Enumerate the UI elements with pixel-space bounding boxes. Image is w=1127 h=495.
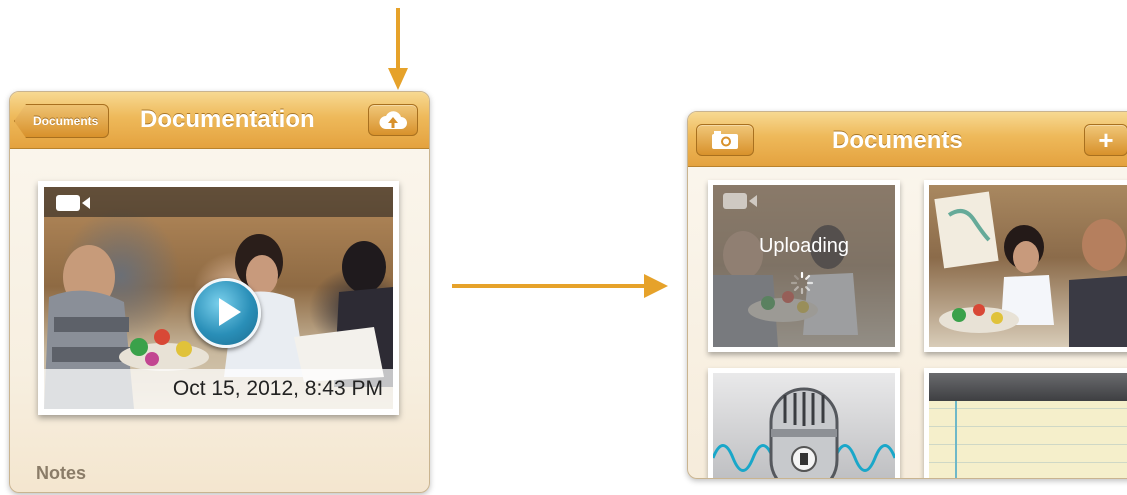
video-thumbnail[interactable]: Oct 15, 2012, 8:43 PM [38, 181, 399, 415]
video-header-bar [44, 187, 393, 217]
nav-bar: Documents Documentation [10, 92, 429, 149]
notepad-binding [929, 373, 1127, 401]
documents-screen: Documents + Uploading [687, 111, 1127, 479]
document-item-video[interactable]: Uploading [708, 180, 900, 352]
plus-icon: + [1098, 124, 1114, 155]
video-preview: Uploading [713, 185, 895, 347]
add-button[interactable]: + [1084, 124, 1127, 156]
loading-spinner-icon [790, 271, 814, 295]
document-item-photo[interactable] [924, 180, 1127, 352]
camera-icon [712, 131, 738, 149]
document-item-note[interactable] [924, 368, 1127, 478]
note-preview [929, 373, 1127, 478]
nav-bar: Documents + [688, 112, 1127, 167]
photo-preview [929, 185, 1127, 347]
upload-status: Uploading [758, 235, 850, 257]
page-title: Documents [832, 127, 963, 154]
notes-label: Notes [36, 463, 87, 483]
arrow-down [388, 8, 408, 90]
audio-preview [713, 373, 895, 478]
page-title: Documentation [140, 106, 315, 133]
video-camera-icon [56, 195, 90, 211]
classroom-scene [934, 191, 1127, 347]
arrow-right [452, 274, 668, 298]
camera-button[interactable] [696, 124, 754, 156]
video-preview: Oct 15, 2012, 8:43 PM [44, 187, 393, 409]
document-item-audio[interactable] [708, 368, 900, 478]
play-button[interactable] [191, 278, 261, 348]
video-timestamp: Oct 15, 2012, 8:43 PM [44, 369, 393, 409]
video-camera-icon [723, 193, 757, 209]
documentation-screen: Documents Documentation Oct 15, 2012, 8:… [9, 91, 430, 493]
microphone-icon [713, 387, 895, 478]
upload-button[interactable] [368, 104, 418, 136]
cloud-upload-icon [379, 111, 407, 129]
documents-back-button[interactable]: Documents [14, 104, 110, 138]
notepad-margin-line [955, 401, 957, 478]
